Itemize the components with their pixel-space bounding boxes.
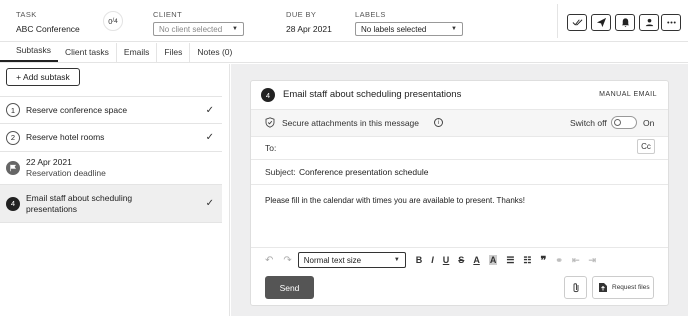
file-upload-icon (599, 283, 607, 292)
more-options-button[interactable] (661, 14, 681, 31)
email-card: 4 Email staff about scheduling presentat… (250, 80, 669, 306)
italic-icon[interactable]: I (431, 255, 434, 265)
subject-input[interactable]: Conference presentation schedule (299, 167, 428, 177)
subtask-title: Reserve conference space (26, 104, 128, 115)
chevron-down-icon: ▼ (232, 26, 238, 32)
deadline-date: 22 Apr 2021 (26, 157, 72, 167)
subject-label: Subject: (265, 167, 296, 177)
chevron-down-icon: ▼ (451, 26, 457, 32)
progress-indicator: 0/4 (103, 11, 123, 31)
outdent-icon[interactable]: ⇤ (572, 255, 580, 266)
email-body[interactable]: Please fill in the calendar with times y… (265, 196, 655, 246)
indent-icon[interactable]: ⇥ (588, 255, 596, 266)
complete-all-button[interactable] (567, 14, 587, 31)
tab-notes[interactable]: Notes (0) (190, 43, 239, 62)
tab-files[interactable]: Files (157, 43, 191, 62)
client-select[interactable]: No client selected ▼ (153, 22, 244, 36)
text-color-icon[interactable]: A (473, 255, 480, 265)
secure-toggle[interactable] (611, 116, 637, 129)
to-label: To: (265, 143, 277, 153)
email-title: Email staff about scheduling presentatio… (283, 89, 462, 100)
manual-email-badge: MANUAL EMAIL (599, 91, 657, 98)
labels-select[interactable]: No labels selected ▼ (355, 22, 463, 36)
subtask-title: Email staff about scheduling (26, 192, 133, 203)
labels-select-value: No labels selected (361, 24, 427, 34)
subtask-row[interactable]: 1 Reserve conference space ✓ (0, 96, 222, 124)
bold-icon[interactable]: B (416, 255, 423, 265)
deadline-row[interactable]: 22 Apr 2021 Reservation deadline (0, 152, 222, 185)
header-divider (557, 4, 558, 38)
task-name[interactable]: ABC Conference (16, 24, 80, 34)
bell-icon (621, 18, 629, 28)
tab-subtasks[interactable]: Subtasks (0, 43, 58, 62)
more-icon (666, 21, 676, 24)
subtask-number: 4 (6, 196, 20, 211)
client-caption: CLIENT (153, 10, 183, 19)
quote-icon[interactable]: ❞ (540, 254, 546, 267)
checkmark-icon[interactable]: ✓ (206, 105, 214, 116)
paperclip-icon (573, 282, 578, 292)
labels-caption: LABELS (355, 10, 386, 19)
tab-emails[interactable]: Emails (117, 43, 158, 62)
attach-button[interactable] (564, 276, 587, 299)
double-check-icon (572, 19, 582, 26)
client-select-value: No client selected (159, 24, 223, 34)
add-subtask-button[interactable]: + Add subtask (6, 68, 80, 86)
task-header: TASK ABC Conference 0/4 CLIENT No client… (0, 0, 688, 42)
strikethrough-icon[interactable]: S (458, 255, 464, 265)
send-email-button[interactable]: Send (265, 276, 314, 299)
numbered-list-icon[interactable]: ☷ (523, 255, 531, 266)
to-field[interactable] (291, 139, 631, 155)
link-icon[interactable]: ⚭ (555, 255, 563, 266)
secure-attachments-label: Secure attachments in this message (282, 118, 420, 128)
text-size-select[interactable]: Normal text size ▼ (297, 252, 406, 268)
notifications-button[interactable] (615, 14, 635, 31)
underline-icon[interactable]: U (443, 255, 450, 265)
text-size-value: Normal text size (303, 255, 362, 265)
due-caption: DUE BY (286, 10, 317, 19)
undo-icon[interactable]: ↶ (265, 255, 273, 266)
send-button[interactable] (591, 14, 611, 31)
progress-total: 4 (114, 17, 118, 25)
subtask-title: Reserve hotel rooms (26, 132, 105, 142)
subtask-title-cont: presentations (26, 203, 78, 214)
highlight-icon[interactable]: A (488, 255, 498, 265)
formatting-toolbar: ↶ ↷ Normal text size ▼ B I U S A A ☰ ☷ ❞… (265, 251, 605, 269)
redo-icon[interactable]: ↷ (283, 255, 291, 266)
task-caption: TASK (16, 10, 37, 19)
bullet-list-icon[interactable]: ☰ (506, 255, 514, 266)
subtask-number: 1 (6, 103, 20, 117)
request-files-button[interactable]: Request files (592, 276, 654, 299)
subtask-number: 2 (6, 130, 20, 145)
subtask-row[interactable]: 2 Reserve hotel rooms ✓ (0, 124, 222, 152)
assign-user-button[interactable] (639, 14, 659, 31)
send-icon (596, 17, 606, 28)
deadline-title: Reservation deadline (26, 168, 106, 178)
subtask-row-selected[interactable]: 4 Email staff about scheduling presentat… (0, 185, 222, 223)
user-add-icon (645, 18, 653, 27)
subtasks-panel: + Add subtask 1 Reserve conference space… (0, 64, 230, 316)
flag-icon (6, 161, 20, 175)
tab-client-tasks[interactable]: Client tasks (58, 43, 117, 62)
request-files-label: Request files (612, 284, 650, 291)
chevron-down-icon: ▼ (393, 257, 400, 263)
info-icon[interactable]: i (434, 118, 443, 127)
due-date[interactable]: 28 Apr 2021 (286, 24, 332, 34)
cc-button[interactable]: Cc (637, 139, 655, 154)
task-tabs: Subtasks Client tasks Emails Files Notes… (0, 43, 688, 63)
checkmark-icon[interactable]: ✓ (206, 132, 214, 143)
email-number: 4 (261, 88, 275, 102)
checkmark-icon[interactable]: ✓ (206, 198, 214, 209)
shield-icon (265, 117, 275, 130)
switch-off-label: Switch off (570, 118, 607, 128)
switch-on-label: On (643, 118, 655, 128)
